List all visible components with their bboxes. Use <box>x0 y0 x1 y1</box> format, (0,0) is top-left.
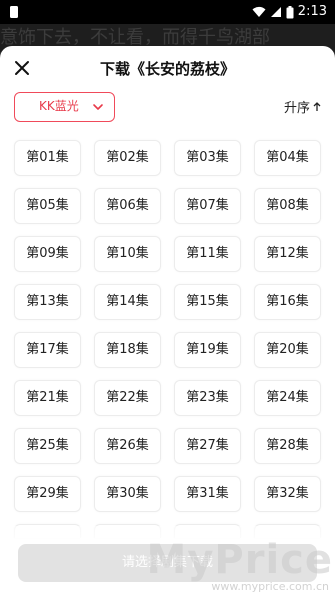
wifi-icon <box>252 6 266 17</box>
sort-arrow-icon <box>313 101 321 111</box>
episode-item[interactable]: 第18集 <box>94 332 161 368</box>
episode-item[interactable]: 第09集 <box>14 236 81 272</box>
episode-item[interactable]: 第04集 <box>254 140 321 176</box>
episode-item[interactable]: 第08集 <box>254 188 321 224</box>
bottom-action-area: 请选择剧集下载 <box>0 526 335 596</box>
episode-item[interactable]: 第07集 <box>174 188 241 224</box>
episode-item[interactable]: 第20集 <box>254 332 321 368</box>
download-confirm-button[interactable]: 请选择剧集下载 <box>18 544 317 582</box>
episode-item[interactable]: 第29集 <box>14 476 81 512</box>
episode-item[interactable]: 第22集 <box>94 380 161 416</box>
quality-dropdown[interactable]: KK蓝光 <box>14 92 115 122</box>
episode-item[interactable]: 第26集 <box>94 428 161 464</box>
close-icon[interactable] <box>12 58 32 78</box>
sort-label: 升序 <box>283 101 310 116</box>
episode-item[interactable]: 第31集 <box>174 476 241 512</box>
episode-item[interactable]: 第32集 <box>254 476 321 512</box>
episode-item[interactable]: 第15集 <box>174 284 241 320</box>
episode-item[interactable]: 第19集 <box>174 332 241 368</box>
status-icons: 2:13 <box>252 3 327 21</box>
episode-item[interactable]: 第06集 <box>94 188 161 224</box>
status-time: 2:13 <box>297 4 327 19</box>
episode-item[interactable]: 第21集 <box>14 380 81 416</box>
page-title: 下载《长安的荔枝》 <box>99 60 235 78</box>
signal-icon <box>270 7 281 17</box>
episode-item[interactable]: 第17集 <box>14 332 81 368</box>
episode-item[interactable]: 第11集 <box>174 236 241 272</box>
episode-item[interactable]: 第05集 <box>14 188 81 224</box>
episode-item[interactable]: 第24集 <box>254 380 321 416</box>
notification-icon <box>10 6 18 18</box>
episode-item[interactable]: 第01集 <box>14 140 81 176</box>
episode-grid: 第01集 第02集 第03集 第04集第05集 第06集 第07集 第08集第09集 第10集… <box>14 140 322 538</box>
quality-label: KK蓝光 <box>39 99 79 113</box>
episode-item[interactable]: 第16集 <box>254 284 321 320</box>
episode-item[interactable]: 第23集 <box>174 380 241 416</box>
battery-icon <box>286 5 294 18</box>
toolbar: KK蓝光 升序 <box>0 92 335 132</box>
sort-button[interactable]: 升序 <box>284 97 321 116</box>
episode-item[interactable]: 第10集 <box>94 236 161 272</box>
episode-item[interactable]: 第12集 <box>254 236 321 272</box>
screen: 2:13 意饰下去，不让看，而得千鸟湖部 下载《长安的荔枝》 KK蓝光 升序 第… <box>0 0 335 596</box>
episode-item[interactable]: 第03集 <box>174 140 241 176</box>
episode-item[interactable]: 第14集 <box>94 284 161 320</box>
episode-item[interactable]: 第28集 <box>254 428 321 464</box>
episode-item[interactable]: 第02集 <box>94 140 161 176</box>
episode-item[interactable]: 第30集 <box>94 476 161 512</box>
chevron-down-icon <box>93 104 103 110</box>
episode-item[interactable]: 第13集 <box>14 284 81 320</box>
episode-item[interactable]: 第27集 <box>174 428 241 464</box>
episode-item[interactable]: 第25集 <box>14 428 81 464</box>
status-bar: 2:13 <box>0 0 335 24</box>
sheet-header: 下载《长安的荔枝》 <box>0 46 335 92</box>
